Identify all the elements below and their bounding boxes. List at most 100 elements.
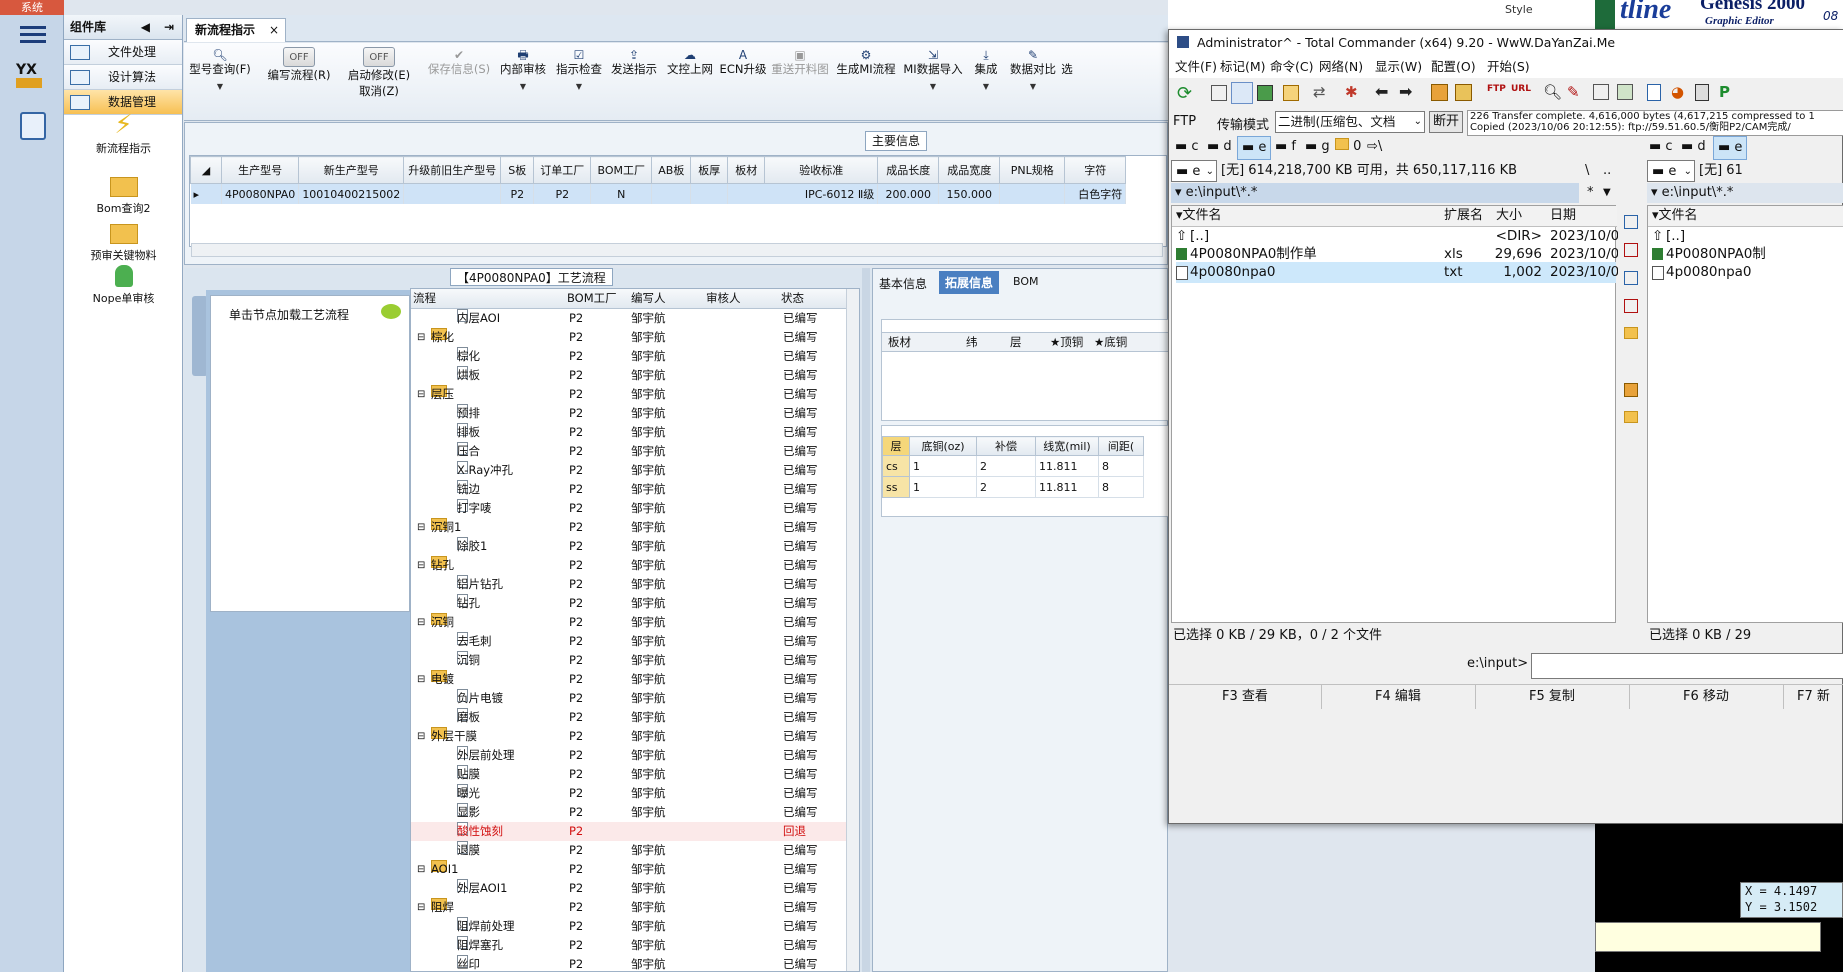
drive-0-button[interactable]: 0 [1335, 136, 1361, 158]
menu-config[interactable]: 配置(O) [1431, 56, 1476, 78]
menu-net[interactable]: 网络(N) [1319, 56, 1363, 78]
column-header[interactable]: 纬 [966, 333, 978, 351]
tab-new-flow[interactable]: 新流程指示 × [186, 18, 286, 42]
tree-row[interactable]: 铣边 P2 邹宇航 已编写 [411, 480, 851, 499]
column-header[interactable]: 审核人 [706, 289, 741, 308]
column-header[interactable]: 线宽(mil) [1035, 436, 1099, 456]
filter-label[interactable]: * [1587, 183, 1594, 203]
tree-row[interactable]: 退膜 P2 邹宇航 已编写 [411, 841, 851, 860]
table-cell[interactable]: 11.811 [1035, 476, 1099, 498]
column-header[interactable]: 扩展名 [1444, 206, 1483, 226]
tree-row[interactable]: X-Ray冲孔 P2 邹宇航 已编写 [411, 461, 851, 480]
table-row[interactable]: ss 1 2 11.811 8 [882, 476, 1144, 498]
f6-move-button[interactable]: F6 移动 [1629, 685, 1784, 709]
cmd-icon[interactable]: P [1719, 83, 1730, 101]
network-drive-button[interactable]: ⇨\ [1367, 136, 1382, 158]
tree-row[interactable]: 棕化 P2 邹宇航 已编写 [411, 347, 851, 366]
column-header[interactable]: 板材 [888, 333, 911, 351]
data-compare-button[interactable]: ✎ 数据对比 ▼ [1006, 47, 1060, 95]
splitter[interactable] [862, 268, 870, 972]
table-cell[interactable] [651, 183, 692, 204]
column-header[interactable]: 订单工厂 [533, 156, 592, 184]
tree-row[interactable]: ⊟ 外层干膜 P2 邹宇航 已编写 [411, 727, 851, 746]
tree-row[interactable]: ⊟ AOI1 P2 邹宇航 已编写 [411, 860, 851, 879]
expand-toggle-icon[interactable]: ⊟ [417, 556, 425, 575]
drive-g-button[interactable]: ▬ g [1305, 136, 1330, 158]
column-header[interactable]: BOM工厂 [567, 289, 617, 308]
tree-row[interactable]: 酸性蚀刻 P2 回退 [411, 822, 851, 841]
table-cell[interactable]: 4P0080NPA0 [221, 183, 300, 204]
tree-row[interactable]: 预排 P2 邹宇航 已编写 [411, 404, 851, 423]
table-cell[interactable]: 1 [909, 476, 977, 498]
tree-row[interactable]: 烘板 P2 邹宇航 已编写 [411, 366, 851, 385]
tree-row[interactable]: 沉铜 P2 邹宇航 已编写 [411, 651, 851, 670]
tree-row[interactable]: 压合 P2 邹宇航 已编写 [411, 442, 851, 461]
tab-bom[interactable]: BOM [1013, 275, 1039, 288]
instruction-check-button[interactable]: ☑ 指示检查 ▼ [552, 47, 606, 95]
tab-basic-info[interactable]: 基本信息 [879, 275, 927, 292]
tree-row[interactable]: 负片电镀 P2 邹宇航 已编写 [411, 689, 851, 708]
column-header[interactable]: AB板 [651, 156, 692, 184]
drive-select-right[interactable]: ▬ e ⌄ [1647, 160, 1695, 182]
column-header[interactable]: 板材 [727, 156, 766, 184]
star-icon[interactable]: ✱ [1345, 83, 1358, 101]
launcher-pre-review[interactable]: 预审关键物料 [64, 222, 183, 263]
column-header[interactable]: 字符 [1064, 156, 1127, 184]
mi-import-button[interactable]: ⇲ MI数据导入 ▼ [900, 47, 966, 95]
system-tab[interactable]: 系统 [0, 0, 64, 15]
tree-row[interactable]: 排板 P2 邹宇航 已编写 [411, 423, 851, 442]
tree-row[interactable]: 铝片钻孔 P2 邹宇航 已编写 [411, 575, 851, 594]
table-cell[interactable]: 10010400215002 [298, 183, 405, 204]
column-header[interactable]: 验收标准 [764, 156, 879, 184]
copy-icon[interactable] [1624, 271, 1638, 285]
column-header[interactable]: 层 [882, 436, 910, 456]
notepad-icon[interactable] [1647, 84, 1661, 101]
column-header[interactable]: 成品宽度 [938, 156, 1001, 184]
expand-toggle-icon[interactable]: ⊟ [417, 518, 425, 537]
save-info-button[interactable]: ✔ 保存信息(S) [424, 47, 494, 77]
column-header[interactable]: 大小 [1496, 206, 1522, 226]
expand-toggle-icon[interactable]: ⊟ [417, 670, 425, 689]
expand-toggle-icon[interactable]: ⊟ [417, 385, 425, 404]
transfer-mode-select[interactable]: 二进制(压缩包、文档 ⌄ [1275, 111, 1425, 133]
tree-row[interactable]: ⊟ 沉铜1 P2 邹宇航 已编写 [411, 518, 851, 537]
column-header[interactable]: 底铜(oz) [909, 436, 977, 456]
table-cell[interactable]: P2 [500, 183, 535, 204]
sidebar-item-design-algorithm[interactable]: 设计算法 [64, 65, 182, 90]
column-header[interactable]: ★底铜 [1094, 333, 1127, 351]
tree-row[interactable]: 外层前处理 P2 邹宇航 已编写 [411, 746, 851, 765]
internal-review-button[interactable]: 🖶 内部审核 ▼ [494, 47, 552, 95]
column-header[interactable]: 日期 [1550, 206, 1576, 226]
expand-toggle-icon[interactable]: ⊟ [417, 898, 425, 917]
file-row[interactable]: 4p0080npa0 [1652, 262, 1842, 283]
url-icon[interactable]: URL [1511, 84, 1531, 94]
table-cell[interactable]: 11.811 [1035, 455, 1099, 477]
new-folder-icon[interactable] [1624, 327, 1638, 339]
table-cell[interactable] [999, 183, 1066, 204]
f7-new-button[interactable]: F7 新 [1783, 685, 1843, 709]
tree-row[interactable]: 显影 P2 邹宇航 已编写 [411, 803, 851, 822]
table-row[interactable]: cs 1 2 11.811 8 [882, 455, 1144, 477]
tree-row[interactable]: ⊟ 钻孔 P2 邹宇航 已编写 [411, 556, 851, 575]
column-header[interactable]: 成品长度 [877, 156, 940, 184]
tree-row[interactable]: ⊟ 层压 P2 邹宇航 已编写 [411, 385, 851, 404]
search-icon[interactable]: 🔍︎ [1543, 83, 1562, 101]
left-path[interactable]: ▾ e:\input\*.* [1171, 183, 1579, 203]
start-modify-toggle[interactable]: OFF 启动修改(E) 取消(Z) [339, 47, 419, 99]
full-view-icon[interactable] [1231, 82, 1253, 104]
tree-row[interactable]: 内层AOI P2 邹宇航 已编写 [411, 309, 851, 328]
drive-d-button[interactable]: ▬ d [1207, 136, 1232, 158]
f5-copy-button[interactable]: F5 复制 [1475, 685, 1630, 709]
column-header[interactable]: 生产型号 [220, 156, 300, 184]
column-header[interactable]: 流程 [413, 289, 436, 308]
thumbnail-icon[interactable] [1257, 85, 1273, 101]
table-cell[interactable]: 2 [976, 455, 1036, 477]
yx-app-icon[interactable]: YX [16, 62, 48, 96]
brief-view-icon[interactable] [1211, 85, 1227, 101]
filter-dropdown-icon[interactable]: ▼ [1603, 183, 1611, 203]
menu-commands[interactable]: 命令(C) [1270, 56, 1313, 78]
integrate-button[interactable]: ⤓ 集成 ▼ [966, 47, 1006, 95]
tree-row[interactable]: 去毛刺 P2 邹宇航 已编写 [411, 632, 851, 651]
toggle-switch[interactable]: OFF [363, 47, 395, 67]
resend-cut-drawing-button[interactable]: ▣ 重送开料图 [768, 47, 832, 77]
